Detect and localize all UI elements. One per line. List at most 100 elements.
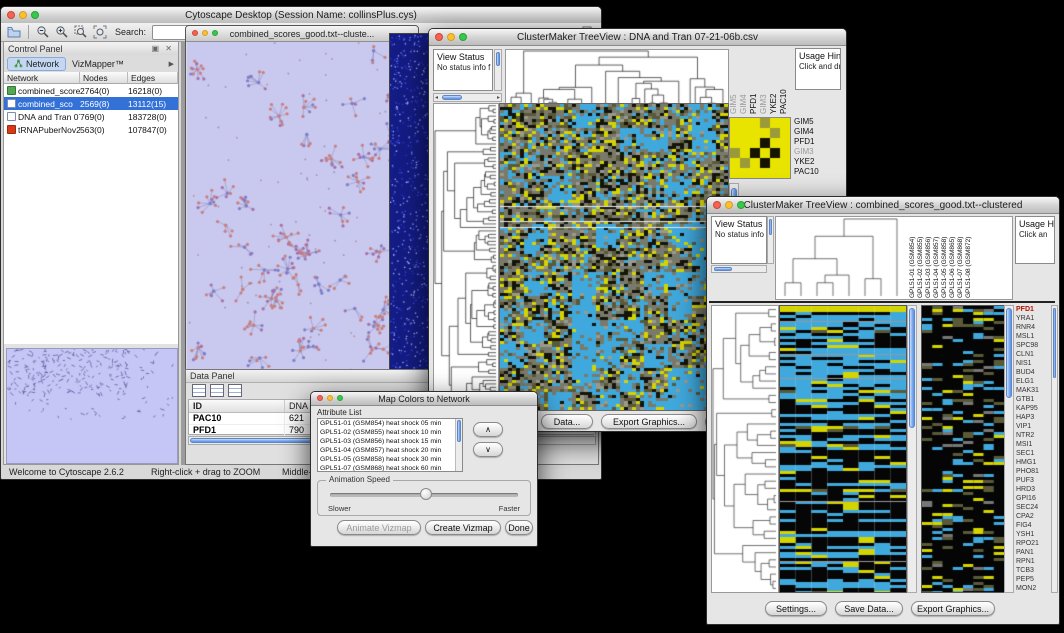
- column-header-id[interactable]: ID: [189, 400, 285, 412]
- network-list-row[interactable]: combined_sco2569(8)13112(15): [4, 97, 178, 110]
- attribute-item[interactable]: GPL51-07 (GSM868) heat shock 60 min: [318, 464, 462, 472]
- column-header-edges[interactable]: Edges: [128, 72, 178, 84]
- gene-label[interactable]: RPN1: [1016, 557, 1050, 566]
- zoom-button[interactable]: [31, 11, 39, 19]
- attribute-item[interactable]: GPL51-02 (GSM855) heat shock 10 min: [318, 428, 462, 437]
- gene-label[interactable]: VIP1: [1016, 422, 1050, 431]
- treeview2-button[interactable]: Settings...: [765, 601, 827, 616]
- speed-slider[interactable]: [330, 493, 518, 497]
- close-button[interactable]: [7, 11, 15, 19]
- tab-vizmapper[interactable]: VizMapper™: [66, 58, 130, 70]
- attribute-item[interactable]: GPL51-05 (GSM858) heat shock 30 min: [318, 455, 462, 464]
- treeview1-titlebar[interactable]: ClusterMaker TreeView : DNA and Tran 07-…: [429, 29, 846, 46]
- slider-thumb[interactable]: [420, 488, 432, 500]
- zoom-in-icon[interactable]: [54, 25, 70, 40]
- scrollbar-thumb[interactable]: [457, 420, 461, 442]
- scrollbar-thumb[interactable]: [496, 52, 500, 66]
- gene-label[interactable]: HMG1: [1016, 458, 1050, 467]
- scrollbar-thumb[interactable]: [442, 95, 462, 100]
- gene-label[interactable]: TCB3: [1016, 566, 1050, 575]
- gene-label[interactable]: SPC98: [1016, 341, 1050, 350]
- gene-label[interactable]: CPA2: [1016, 512, 1050, 521]
- treeview1-button[interactable]: Export Graphics...: [601, 414, 697, 429]
- cytoscape-titlebar[interactable]: Cytoscape Desktop (Session Name: collins…: [1, 7, 601, 24]
- gene-label[interactable]: PFD1: [1016, 305, 1050, 314]
- attribute-list[interactable]: GPL51-01 (GSM854) heat shock 05 minGPL51…: [317, 418, 463, 472]
- correlation-matrix-canvas[interactable]: [729, 117, 791, 179]
- gene-label[interactable]: ELG1: [1016, 377, 1050, 386]
- scrollbar-thumb[interactable]: [714, 267, 732, 271]
- dialog-button[interactable]: Create Vizmap: [425, 520, 501, 535]
- row-dendrogram-canvas[interactable]: [433, 103, 499, 411]
- gene-list-vscrollbar[interactable]: [1051, 305, 1058, 593]
- zoom-vscrollbar[interactable]: [1004, 305, 1014, 593]
- heatmap-canvas[interactable]: [779, 305, 907, 593]
- tab-network[interactable]: Network: [7, 57, 66, 71]
- gene-label[interactable]: SEC1: [1016, 449, 1050, 458]
- treeview2-titlebar[interactable]: ClusterMaker TreeView : combined_scores_…: [707, 197, 1059, 214]
- attribute-list-vscrollbar[interactable]: [455, 419, 462, 471]
- column-header-network[interactable]: Network: [4, 72, 80, 84]
- gene-label[interactable]: PAN1: [1016, 548, 1050, 557]
- zoom-button[interactable]: [337, 395, 343, 401]
- close-button[interactable]: [713, 201, 721, 209]
- dialog-titlebar[interactable]: Map Colors to Network: [311, 392, 537, 406]
- move-down-button[interactable]: ∨: [473, 442, 503, 457]
- view-status-hscrollbar[interactable]: [711, 265, 767, 273]
- attribute-item[interactable]: GPL51-01 (GSM854) heat shock 05 min: [318, 419, 462, 428]
- minimize-button[interactable]: [447, 33, 455, 41]
- view-status-vscrollbar[interactable]: [494, 49, 502, 91]
- gene-label[interactable]: HAP3: [1016, 413, 1050, 422]
- gene-label[interactable]: HRD3: [1016, 485, 1050, 494]
- network-view-titlebar[interactable]: combined_scores_good.txt--cluste...: [186, 26, 418, 42]
- scrollbar-thumb[interactable]: [909, 308, 915, 428]
- network-list-row[interactable]: combined_scores2764(0)16218(0): [4, 84, 178, 97]
- network-overview-thumbnail[interactable]: [6, 348, 178, 464]
- gene-label[interactable]: YRA1: [1016, 314, 1050, 323]
- edge-table-icon[interactable]: [210, 384, 224, 397]
- zoom-out-icon[interactable]: [35, 25, 51, 40]
- dense-network-canvas[interactable]: [390, 34, 428, 372]
- gene-label[interactable]: GPI16: [1016, 494, 1050, 503]
- heatmap-canvas[interactable]: [499, 103, 729, 411]
- dialog-button[interactable]: Done: [505, 520, 533, 535]
- zoom-fit-icon[interactable]: [92, 25, 108, 40]
- zoom-selected-icon[interactable]: [73, 25, 89, 40]
- zoom-button[interactable]: [212, 30, 218, 36]
- gene-label[interactable]: GTB1: [1016, 395, 1050, 404]
- scroll-right-arrow-icon[interactable]: ▸: [497, 94, 500, 101]
- gene-label[interactable]: KAP95: [1016, 404, 1050, 413]
- gene-label[interactable]: BUD4: [1016, 368, 1050, 377]
- zoom-heatmap-canvas[interactable]: [921, 305, 1005, 593]
- gene-label[interactable]: PUF3: [1016, 476, 1050, 485]
- open-folder-icon[interactable]: [6, 25, 22, 40]
- view-status-vscrollbar[interactable]: [767, 216, 774, 264]
- close-button[interactable]: [317, 395, 323, 401]
- scrollbar-thumb[interactable]: [1006, 308, 1012, 398]
- minimize-button[interactable]: [327, 395, 333, 401]
- minimize-button[interactable]: [725, 201, 733, 209]
- gene-label[interactable]: MSL1: [1016, 332, 1050, 341]
- move-up-button[interactable]: ∧: [473, 422, 503, 437]
- close-button[interactable]: [192, 30, 198, 36]
- network-list-row[interactable]: DNA and Tran 07769(0)183728(0): [4, 110, 178, 123]
- gene-label[interactable]: RNR4: [1016, 323, 1050, 332]
- gene-label[interactable]: PEP5: [1016, 575, 1050, 584]
- row-dendrogram-canvas[interactable]: [711, 305, 779, 593]
- tab-overflow-arrow[interactable]: ▶: [169, 60, 174, 68]
- attribute-item[interactable]: GPL51-04 (GSM857) heat shock 20 min: [318, 446, 462, 455]
- float-icon[interactable]: ▣ ✕: [152, 44, 174, 53]
- zoom-button[interactable]: [737, 201, 745, 209]
- close-button[interactable]: [435, 33, 443, 41]
- attribute-table-icon[interactable]: [192, 384, 206, 397]
- gene-label[interactable]: YSH1: [1016, 530, 1050, 539]
- scrollbar-thumb[interactable]: [1053, 308, 1056, 378]
- gene-label[interactable]: SEC24: [1016, 503, 1050, 512]
- gene-label[interactable]: MSI1: [1016, 440, 1050, 449]
- scroll-left-arrow-icon[interactable]: ◂: [435, 94, 438, 101]
- network-table-icon[interactable]: [228, 384, 242, 397]
- treeview1-button[interactable]: Data...: [541, 414, 593, 429]
- heatmap-vscrollbar[interactable]: [907, 305, 917, 593]
- network-list-row[interactable]: tRNAPuberNov2563(0)107847(0): [4, 123, 178, 136]
- attribute-item[interactable]: GPL51-03 (GSM856) heat shock 15 min: [318, 437, 462, 446]
